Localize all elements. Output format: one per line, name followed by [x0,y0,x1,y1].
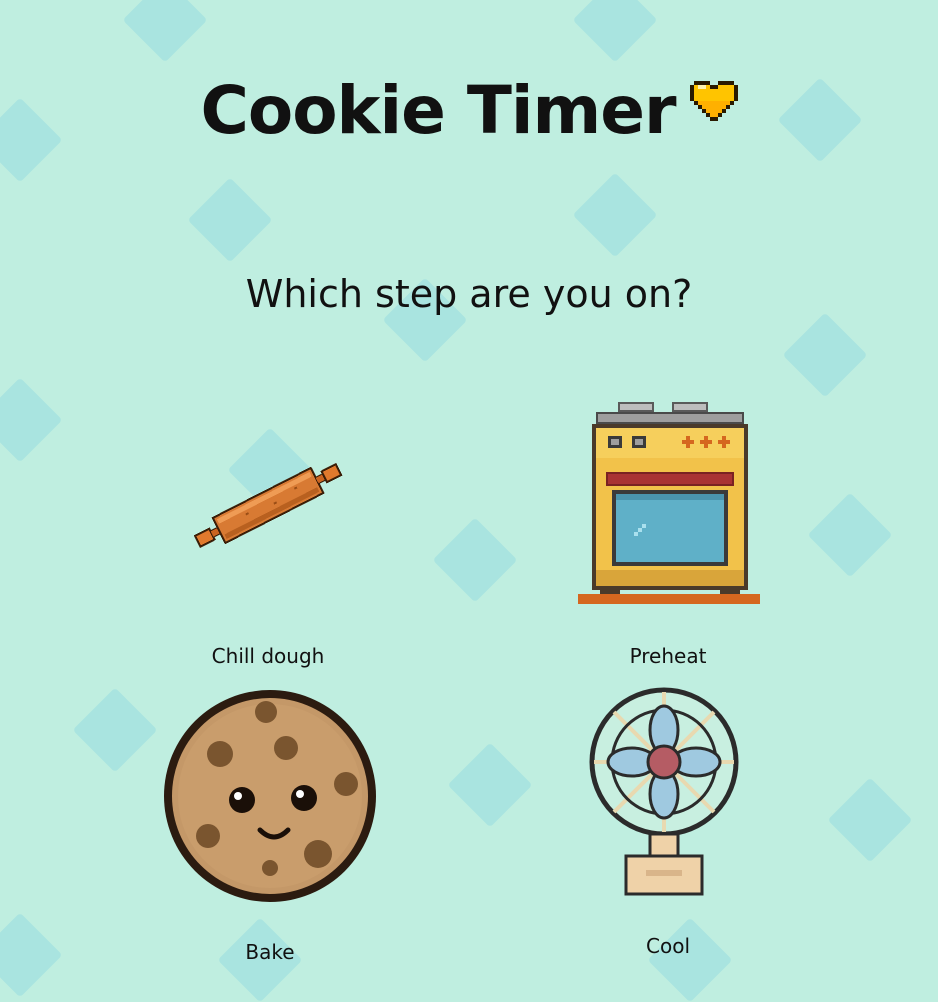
step-label: Bake [245,940,295,964]
step-question: Which step are you on? [245,272,693,316]
step-label: Cool [646,934,690,958]
step-bake-button[interactable]: Bake [150,684,390,974]
oven-icon [576,400,762,606]
title-text: Cookie Timer [200,72,676,149]
cookie-icon [158,684,388,908]
fan-icon [586,684,750,902]
step-chill-dough-button[interactable]: Chill dough [168,440,368,675]
step-cool-button[interactable]: Cool [568,684,768,969]
rolling-pin-icon [184,450,354,560]
page-title: Cookie Timer [0,72,938,149]
step-preheat-button[interactable]: Preheat [570,398,766,675]
heart-icon [689,80,738,125]
step-label: Preheat [629,644,707,668]
step-label: Chill dough [211,644,325,668]
